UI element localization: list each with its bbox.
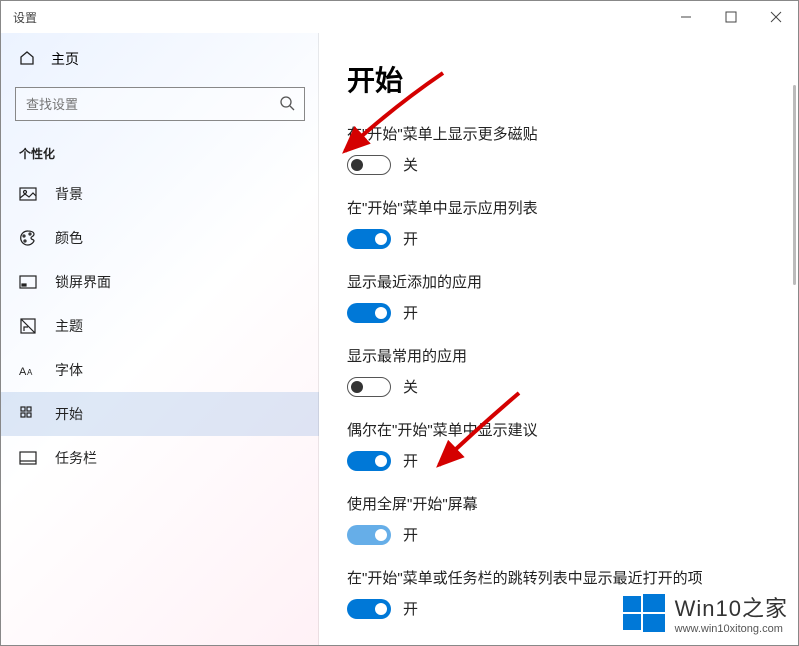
sidebar: 主页 个性化 背景 颜色 锁屏界面 <box>1 33 319 645</box>
toggle-recent-apps[interactable] <box>347 303 391 323</box>
sidebar-item-label: 锁屏界面 <box>55 272 111 292</box>
home-nav[interactable]: 主页 <box>1 39 319 79</box>
sidebar-item-themes[interactable]: 主题 <box>1 304 319 348</box>
toggle-state-text: 关 <box>403 376 418 397</box>
content-pane: 开始 在"开始"菜单上显示更多磁贴 关 在"开始"菜单中显示应用列表 开 显示最… <box>319 33 798 645</box>
setting-label: 显示最常用的应用 <box>347 345 770 366</box>
maximize-button[interactable] <box>708 1 753 33</box>
search-wrap <box>15 87 305 121</box>
watermark: Win10之家 www.win10xitong.com <box>623 591 788 635</box>
theme-icon <box>19 317 37 335</box>
page-title: 开始 <box>347 59 770 99</box>
toggle-state-text: 开 <box>403 598 418 619</box>
picture-icon <box>19 185 37 203</box>
taskbar-icon <box>19 449 37 467</box>
sidebar-item-label: 背景 <box>55 184 83 204</box>
sidebar-item-fonts[interactable]: AA 字体 <box>1 348 319 392</box>
setting-fullscreen: 使用全屏"开始"屏幕 开 <box>347 493 770 545</box>
setting-label: 在"开始"菜单或任务栏的跳转列表中显示最近打开的项 <box>347 567 770 588</box>
minimize-button[interactable] <box>663 1 708 33</box>
setting-most-used: 显示最常用的应用 关 <box>347 345 770 397</box>
search-input[interactable] <box>15 87 305 121</box>
toggle-suggestions[interactable] <box>347 451 391 471</box>
toggle-most-used[interactable] <box>347 377 391 397</box>
start-icon <box>19 405 37 423</box>
sidebar-item-label: 字体 <box>55 360 83 380</box>
sidebar-item-label: 主题 <box>55 316 83 336</box>
setting-app-list: 在"开始"菜单中显示应用列表 开 <box>347 197 770 249</box>
setting-more-tiles: 在"开始"菜单上显示更多磁贴 关 <box>347 123 770 175</box>
sidebar-item-background[interactable]: 背景 <box>1 172 319 216</box>
setting-label: 使用全屏"开始"屏幕 <box>347 493 770 514</box>
toggle-jumplist[interactable] <box>347 599 391 619</box>
setting-recent-apps: 显示最近添加的应用 开 <box>347 271 770 323</box>
palette-icon <box>19 229 37 247</box>
setting-label: 在"开始"菜单上显示更多磁贴 <box>347 123 770 144</box>
watermark-url: www.win10xitong.com <box>675 623 788 635</box>
setting-label: 在"开始"菜单中显示应用列表 <box>347 197 770 218</box>
toggle-more-tiles[interactable] <box>347 155 391 175</box>
toggle-state-text: 开 <box>403 450 418 471</box>
toggle-state-text: 开 <box>403 228 418 249</box>
sidebar-item-label: 任务栏 <box>55 448 97 468</box>
home-label: 主页 <box>51 49 79 69</box>
toggle-app-list[interactable] <box>347 229 391 249</box>
settings-window: 设置 主页 个性化 背景 <box>0 0 799 646</box>
toggle-fullscreen[interactable] <box>347 525 391 545</box>
svg-text:A: A <box>19 366 27 378</box>
sidebar-item-start[interactable]: 开始 <box>1 392 319 436</box>
toggle-state-text: 开 <box>403 524 418 545</box>
watermark-title: Win10之家 <box>675 591 788 623</box>
setting-label: 显示最近添加的应用 <box>347 271 770 292</box>
home-icon <box>19 50 35 69</box>
lockscreen-icon <box>19 273 37 291</box>
search-icon <box>279 95 295 116</box>
toggle-state-text: 开 <box>403 302 418 323</box>
setting-suggestions: 偶尔在"开始"菜单中显示建议 开 <box>347 419 770 471</box>
setting-label: 偶尔在"开始"菜单中显示建议 <box>347 419 770 440</box>
font-icon: AA <box>19 361 37 379</box>
section-title: 个性化 <box>1 133 319 172</box>
titlebar: 设置 <box>1 1 798 33</box>
window-title: 设置 <box>13 9 37 26</box>
sidebar-item-label: 开始 <box>55 404 83 424</box>
sidebar-item-lockscreen[interactable]: 锁屏界面 <box>1 260 319 304</box>
sidebar-item-taskbar[interactable]: 任务栏 <box>1 436 319 480</box>
sidebar-item-colors[interactable]: 颜色 <box>1 216 319 260</box>
window-controls <box>663 1 798 33</box>
windows-logo-icon <box>623 592 665 634</box>
sidebar-item-label: 颜色 <box>55 228 83 248</box>
close-button[interactable] <box>753 1 798 33</box>
svg-text:A: A <box>27 368 33 377</box>
toggle-state-text: 关 <box>403 154 418 175</box>
